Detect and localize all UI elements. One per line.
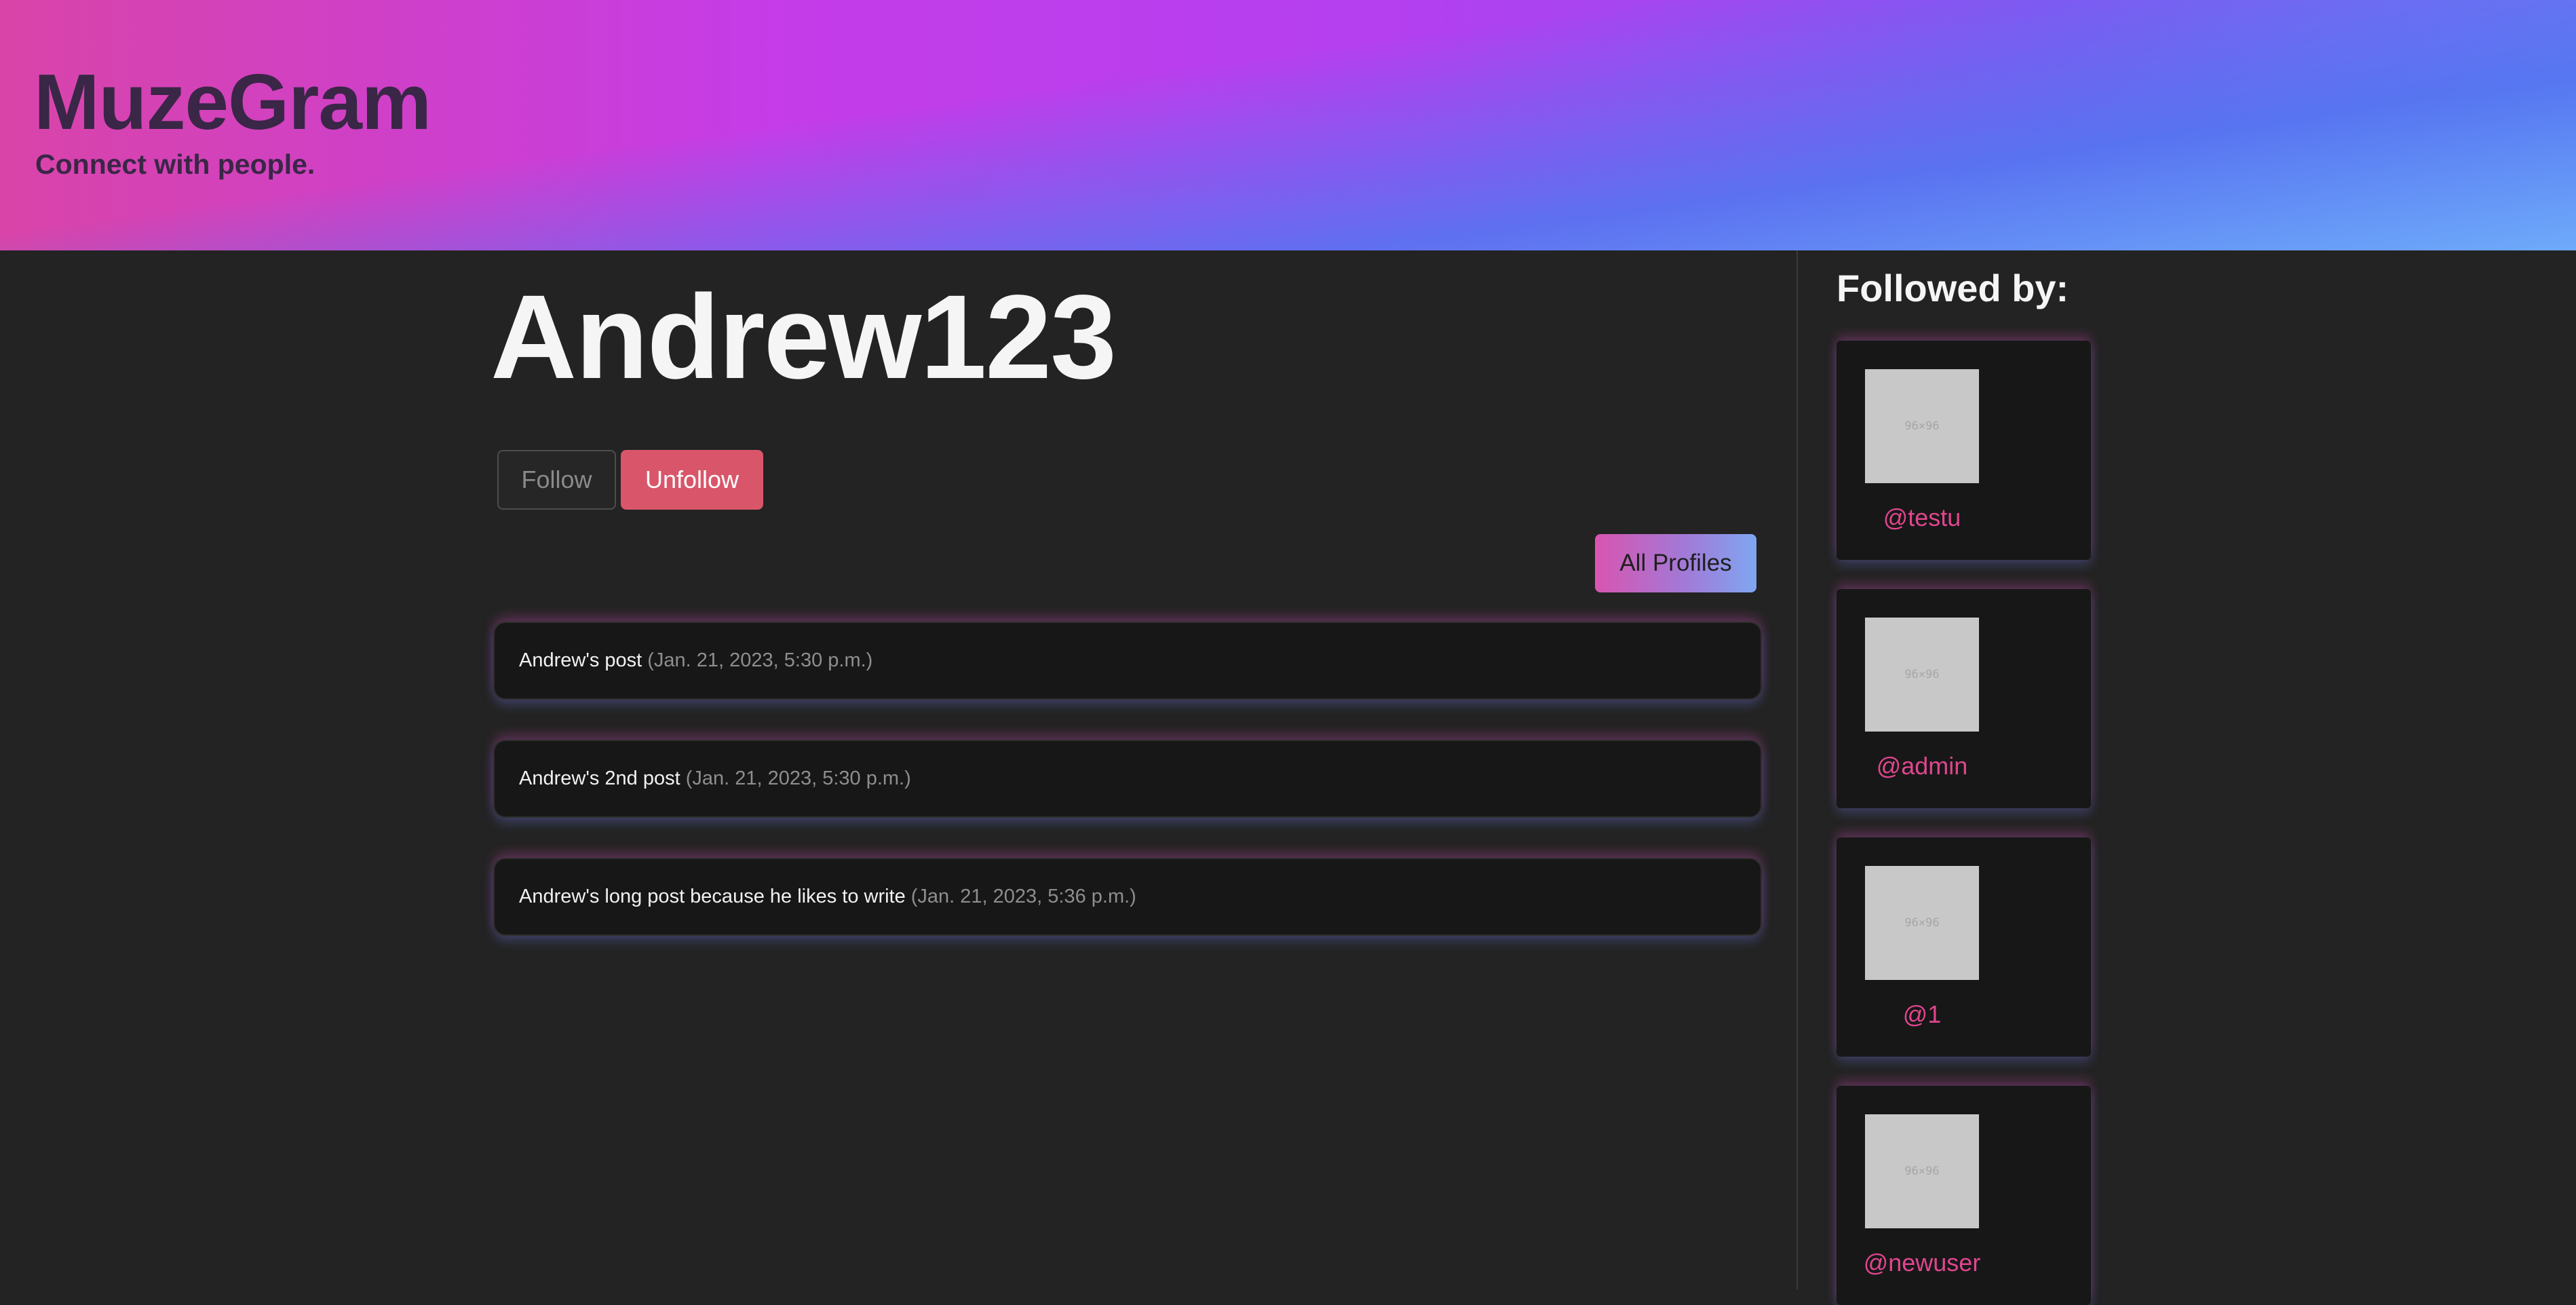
avatar-placeholder-label: 96×96 (1904, 668, 1940, 681)
avatar[interactable]: 96×96 (1865, 1114, 1979, 1228)
site-header: MuzeGram Connect with people. (0, 0, 2576, 250)
avatar-placeholder-label: 96×96 (1904, 419, 1940, 433)
post-date: (Jan. 21, 2023, 5:30 p.m.) (647, 649, 873, 671)
follower-card: 96×96 @testu (1837, 341, 2091, 560)
brand-title[interactable]: MuzeGram (34, 62, 431, 141)
followers-sidebar: Followed by: 96×96 @testu 96×96 @admin 9… (1796, 250, 2576, 1305)
post-text: Andrew's post (519, 649, 642, 671)
follow-button-group: Follow Unfollow (497, 450, 763, 510)
all-profiles-button[interactable]: All Profiles (1595, 534, 1756, 592)
profile-main: Andrew123 Follow Unfollow All Profiles A… (0, 250, 1796, 1289)
post-text: Andrew's 2nd post (519, 768, 680, 789)
post-text: Andrew's long post because he likes to w… (519, 886, 906, 907)
post-card[interactable]: Andrew's long post because he likes to w… (493, 858, 1762, 936)
unfollow-button[interactable]: Unfollow (621, 450, 763, 510)
follower-card: 96×96 @1 (1837, 837, 2091, 1057)
post-date: (Jan. 21, 2023, 5:36 p.m.) (910, 886, 1136, 907)
profile-username: Andrew123 (491, 271, 1117, 404)
avatar[interactable]: 96×96 (1865, 866, 1979, 980)
follow-button[interactable]: Follow (497, 450, 616, 510)
post-date: (Jan. 21, 2023, 5:30 p.m.) (685, 768, 911, 789)
avatar-placeholder-label: 96×96 (1904, 916, 1940, 930)
follower-card: 96×96 @admin (1837, 589, 2091, 808)
follower-card: 96×96 @newuser (1837, 1086, 2091, 1305)
brand-tagline: Connect with people. (35, 149, 315, 180)
follower-handle-link[interactable]: @admin (1837, 752, 2007, 780)
follower-handle-link[interactable]: @testu (1837, 504, 2007, 532)
followers-title: Followed by: (1837, 267, 2069, 309)
post-card[interactable]: Andrew's post (Jan. 21, 2023, 5:30 p.m.) (493, 622, 1762, 700)
follower-handle-link[interactable]: @1 (1837, 1000, 2007, 1029)
avatar-placeholder-label: 96×96 (1904, 1165, 1940, 1178)
post-card[interactable]: Andrew's 2nd post (Jan. 21, 2023, 5:30 p… (493, 740, 1762, 818)
follower-handle-link[interactable]: @newuser (1837, 1249, 2007, 1277)
avatar[interactable]: 96×96 (1865, 369, 1979, 483)
avatar[interactable]: 96×96 (1865, 618, 1979, 732)
